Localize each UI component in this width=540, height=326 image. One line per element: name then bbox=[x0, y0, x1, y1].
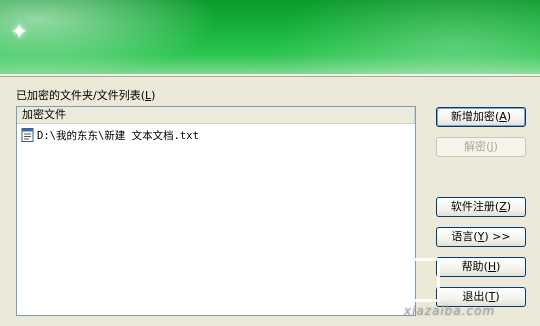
language-mnemonic: Y bbox=[477, 230, 485, 243]
decrypt-label: 解密 bbox=[464, 140, 487, 153]
watermark-text: xiazaiba.com bbox=[404, 304, 496, 318]
register-button[interactable]: 软件注册(Z) bbox=[436, 197, 526, 217]
watermark-logo-icon bbox=[398, 258, 440, 302]
list-item[interactable]: D:\我的东东\新建 文本文档.txt bbox=[17, 126, 415, 144]
decrypt-button[interactable]: 解密(J) bbox=[436, 137, 526, 157]
decrypt-mnemonic: J bbox=[490, 140, 494, 153]
add-encrypt-label: 新增加密 bbox=[450, 110, 495, 123]
list-header: 加密文件 bbox=[17, 107, 415, 124]
register-mnemonic: Z bbox=[499, 200, 507, 213]
sparkle-icon: ✦ bbox=[10, 20, 29, 45]
language-arrow: >> bbox=[492, 230, 511, 243]
add-encrypt-button[interactable]: 新增加密(A) bbox=[436, 107, 526, 127]
watermark: xiazaiba.com bbox=[398, 258, 538, 326]
column-header-encrypted-file[interactable]: 加密文件 bbox=[17, 107, 415, 123]
text-file-icon bbox=[21, 128, 34, 142]
list-label-mnemonic: L bbox=[145, 89, 152, 102]
encrypted-files-list[interactable]: 加密文件 D:\我的东东\新建 文本文档.txt bbox=[16, 106, 416, 316]
language-button[interactable]: 语言(Y) >> bbox=[436, 227, 526, 247]
add-encrypt-mnemonic: A bbox=[499, 110, 507, 123]
banner-wave bbox=[240, 0, 540, 74]
banner-glow bbox=[0, 0, 220, 74]
header-banner: ✦ bbox=[0, 0, 540, 74]
language-label: 语言 bbox=[451, 230, 474, 243]
encrypted-list-label: 已加密的文件夹/文件列表(L) bbox=[16, 89, 156, 102]
file-path: D:\我的东东\新建 文本文档.txt bbox=[37, 129, 199, 142]
banner-separator bbox=[0, 74, 540, 77]
register-label: 软件注册 bbox=[450, 200, 495, 213]
list-label-text: 已加密的文件夹/文件列表 bbox=[16, 89, 141, 102]
